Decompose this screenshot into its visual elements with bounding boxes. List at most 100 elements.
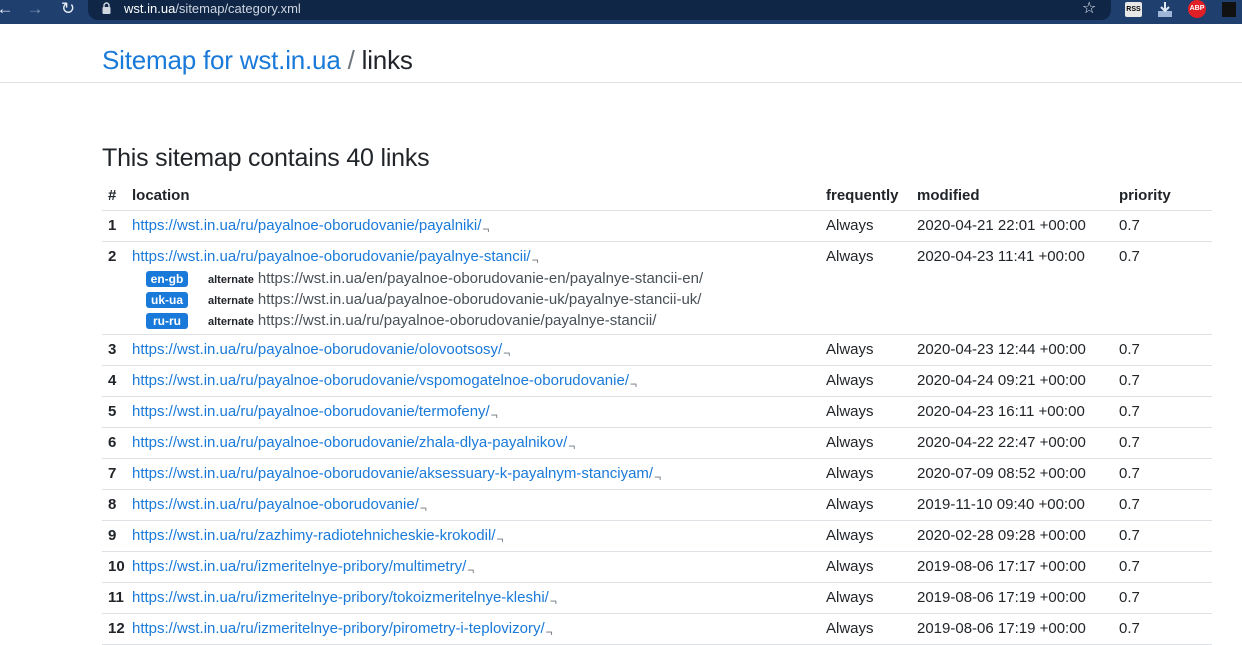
header-frequently: frequently (820, 181, 911, 211)
location-link[interactable]: https://wst.in.ua/ru/izmeritelnye-pribor… (132, 589, 549, 606)
table-row: 10 https://wst.in.ua/ru/izmeritelnye-prib… (102, 551, 1212, 583)
url-host: wst.in.ua (124, 1, 176, 16)
row-number: 9 (102, 520, 126, 552)
browser-toolbar: ← → ↻ wst.in.ua/sitemap/category.xml ☆ R… (0, 0, 1242, 24)
row-number: 11 (102, 582, 126, 614)
row-frequently: Always (820, 396, 911, 428)
location-link[interactable]: https://wst.in.ua/ru/izmeritelnye-pribor… (132, 620, 545, 637)
row-location: https://wst.in.ua/ru/payalnoe-oborudovan… (126, 458, 820, 490)
location-link[interactable]: https://wst.in.ua/ru/payalnoe-oborudovan… (132, 372, 629, 389)
row-frequently: Always (820, 427, 911, 459)
external-link-icon: ¬ (496, 532, 504, 546)
location-link[interactable]: https://wst.in.ua/ru/payalnoe-oborudovan… (132, 465, 653, 482)
row-number: 10 (102, 551, 126, 583)
row-location: https://wst.in.ua/ru/payalnoe-oborudovan… (126, 396, 820, 428)
external-link-icon: ¬ (490, 408, 498, 422)
row-number: 1 (102, 210, 126, 242)
row-priority: 0.7 (1113, 489, 1212, 521)
page-title: Sitemap for wst.in.ua / links (102, 45, 413, 76)
sitemap-summary: This sitemap contains 40 links (102, 144, 430, 172)
sitemap-table: # location frequently modified priority … (102, 181, 1212, 645)
hreflang-badge: uk-ua (146, 292, 188, 309)
row-location: https://wst.in.ua/ru/payalnoe-oborudovan… (126, 210, 820, 242)
external-link-icon: ¬ (654, 470, 662, 484)
location-link[interactable]: https://wst.in.ua/ru/izmeritelnye-pribor… (132, 558, 466, 575)
back-arrow-icon[interactable]: ← (0, 0, 16, 20)
location-link[interactable]: https://wst.in.ua/ru/payalnoe-oborudovan… (132, 341, 502, 358)
page-header: Sitemap for wst.in.ua / links (0, 24, 1242, 83)
row-number: 12 (102, 613, 126, 645)
row-frequently: Always (820, 334, 911, 366)
row-location: https://wst.in.ua/ru/izmeritelnye-pribor… (126, 613, 820, 645)
row-modified: 2020-02-28 09:28 +00:00 (911, 520, 1113, 552)
table-row: 1 https://wst.in.ua/ru/payalnoe-oborudova… (102, 210, 1212, 242)
table-row: 9 https://wst.in.ua/ru/zazhimy-radiotehni… (102, 520, 1212, 552)
row-modified: 2019-08-06 17:19 +00:00 (911, 613, 1113, 645)
row-modified: 2019-11-10 09:40 +00:00 (911, 489, 1113, 521)
url-path: /sitemap/category.xml (175, 1, 301, 16)
external-link-icon: ¬ (531, 253, 539, 267)
alternate-url: https://wst.in.ua/en/payalnoe-oborudovan… (257, 270, 704, 287)
external-link-icon: ¬ (568, 439, 576, 453)
table-row: 8 https://wst.in.ua/ru/payalnoe-oborudova… (102, 489, 1212, 521)
row-frequently: Always (820, 613, 911, 645)
bookmark-star-icon[interactable]: ☆ (1082, 0, 1096, 18)
table-row: 6 https://wst.in.ua/ru/payalnoe-oborudova… (102, 427, 1212, 459)
row-modified: 2020-04-22 22:47 +00:00 (911, 427, 1113, 459)
alternate-url: https://wst.in.ua/ru/payalnoe-oborudovan… (257, 312, 657, 329)
row-modified: 2020-04-23 16:11 +00:00 (911, 396, 1113, 428)
alternate-label: alternate (208, 274, 254, 286)
address-bar[interactable]: wst.in.ua/sitemap/category.xml ☆ (88, 0, 1111, 20)
row-number: 6 (102, 427, 126, 459)
row-location: https://wst.in.ua/ru/payalnoe-oborudovan… (126, 334, 820, 366)
row-modified: 2019-08-06 17:19 +00:00 (911, 582, 1113, 614)
location-link[interactable]: https://wst.in.ua/ru/payalnoe-oborudovan… (132, 248, 531, 265)
alternate-label: alternate (208, 295, 254, 307)
row-priority: 0.7 (1113, 458, 1212, 490)
table-row: 7 https://wst.in.ua/ru/payalnoe-oborudova… (102, 458, 1212, 490)
table-row: 12 https://wst.in.ua/ru/izmeritelnye-prib… (102, 613, 1212, 645)
sitemap-home-link[interactable]: Sitemap for wst.in.ua (102, 45, 341, 75)
header-priority: priority (1113, 181, 1212, 211)
table-row: 5 https://wst.in.ua/ru/payalnoe-oborudova… (102, 396, 1212, 428)
row-location: https://wst.in.ua/ru/payalnoe-oborudovan… (126, 241, 820, 335)
reload-icon[interactable]: ↻ (57, 0, 79, 20)
location-link[interactable]: https://wst.in.ua/ru/payalnoe-oborudovan… (132, 403, 490, 420)
row-priority: 0.7 (1113, 210, 1212, 242)
row-frequently: Always (820, 551, 911, 583)
row-priority: 0.7 (1113, 365, 1212, 397)
location-link[interactable]: https://wst.in.ua/ru/payalnoe-oborudovan… (132, 496, 419, 513)
row-priority: 0.7 (1113, 241, 1212, 335)
extension-icon[interactable] (1222, 2, 1236, 17)
table-row: 3 https://wst.in.ua/ru/payalnoe-oborudova… (102, 334, 1212, 366)
row-modified: 2020-04-21 22:01 +00:00 (911, 210, 1113, 242)
header-modified: modified (911, 181, 1113, 211)
location-link[interactable]: https://wst.in.ua/ru/payalnoe-oborudovan… (132, 217, 481, 234)
row-frequently: Always (820, 489, 911, 521)
external-link-icon: ¬ (545, 625, 553, 639)
row-number: 5 (102, 396, 126, 428)
external-link-icon: ¬ (549, 594, 557, 608)
hreflang-badge: ru-ru (146, 313, 188, 330)
row-location: https://wst.in.ua/ru/payalnoe-oborudovan… (126, 489, 820, 521)
header-num: # (102, 181, 126, 211)
table-header-row: # location frequently modified priority (102, 181, 1212, 211)
table-row: 4 https://wst.in.ua/ru/payalnoe-oborudova… (102, 365, 1212, 397)
adblock-plus-icon[interactable]: ABP (1188, 0, 1206, 18)
alternate-item: en-gb alternate https://wst.in.ua/en/payal… (146, 268, 820, 289)
row-priority: 0.7 (1113, 582, 1212, 614)
external-link-icon: ¬ (503, 346, 511, 360)
location-link[interactable]: https://wst.in.ua/ru/payalnoe-oborudovan… (132, 434, 567, 451)
lock-icon (102, 2, 111, 14)
row-frequently: Always (820, 520, 911, 552)
forward-arrow-icon[interactable]: → (24, 0, 46, 20)
title-section: links (361, 45, 413, 75)
rss-extension-icon[interactable]: RSS (1125, 2, 1142, 17)
row-priority: 0.7 (1113, 520, 1212, 552)
location-link[interactable]: https://wst.in.ua/ru/zazhimy-radiotehnic… (132, 527, 496, 544)
download-extension-icon[interactable] (1157, 2, 1173, 17)
row-location: https://wst.in.ua/ru/izmeritelnye-pribor… (126, 551, 820, 583)
table-row: 11 https://wst.in.ua/ru/izmeritelnye-prib… (102, 582, 1212, 614)
row-number: 7 (102, 458, 126, 490)
row-priority: 0.7 (1113, 334, 1212, 366)
